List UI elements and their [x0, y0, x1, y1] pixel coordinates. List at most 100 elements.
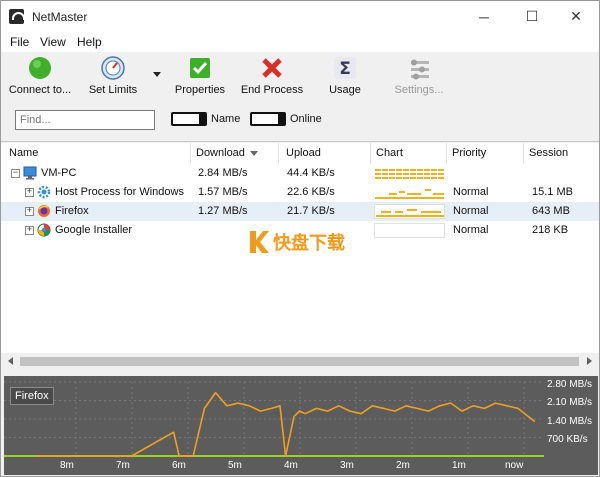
menu-file[interactable]: File — [10, 35, 29, 49]
collapse-icon[interactable]: − — [11, 169, 20, 178]
x-tick-label: 1m — [452, 460, 466, 471]
filter-bar: Name Online — [1, 100, 599, 142]
settings-sliders-icon — [407, 56, 431, 80]
name-toggle-label: Name — [211, 113, 241, 125]
expand-icon[interactable]: + — [25, 188, 34, 197]
scroll-right-icon[interactable] — [587, 357, 592, 365]
gauge-icon — [101, 56, 125, 80]
app-window: NetMaster ─ ☐ ✕ File View Help Connect t… — [0, 0, 600, 477]
watermark-logo: 快盘下载 — [247, 227, 345, 257]
connect-icon — [28, 56, 52, 80]
column-header-upload[interactable]: Upload — [281, 143, 371, 164]
gear-icon — [37, 185, 51, 199]
graph-selected-process: Firefox — [10, 387, 54, 405]
row-priority: Normal — [453, 186, 489, 198]
table-row-vm-pc[interactable]: − VM-PC 2.84 MB/s 44.4 KB/s — [1, 164, 599, 183]
row-upload: 22.6 KB/s — [287, 186, 335, 198]
row-name: VM-PC — [41, 167, 77, 179]
row-upload: 44.4 KB/s — [287, 167, 335, 179]
online-toggle[interactable] — [250, 112, 286, 126]
x-tick-label: 2m — [396, 460, 410, 471]
watermark-text: 快盘下载 — [273, 233, 345, 254]
title-bar: NetMaster ─ ☐ ✕ — [1, 1, 599, 32]
x-tick-label: 3m — [340, 460, 354, 471]
x-tick-label: 8m — [60, 460, 74, 471]
row-traffic-chart — [374, 204, 445, 219]
row-traffic-chart — [374, 185, 445, 200]
find-input[interactable] — [15, 110, 155, 130]
settings-label: Settings... — [394, 84, 444, 96]
close-button[interactable]: ✕ — [553, 1, 599, 32]
connect-button[interactable]: Connect to... — [7, 56, 73, 98]
expand-icon[interactable]: + — [25, 207, 34, 216]
y-tick-label: 2.10 MB/s — [547, 397, 593, 408]
properties-button[interactable]: Properties — [173, 56, 227, 98]
scroll-left-icon[interactable] — [8, 357, 13, 365]
row-session: 15.1 MB — [532, 186, 573, 198]
x-tick-label: 4m — [284, 460, 298, 471]
usage-button[interactable]: Σ Usage — [328, 56, 362, 98]
horizontal-scrollbar[interactable] — [4, 354, 597, 369]
process-list: Name Download Upload Chart Priority Sess… — [1, 143, 599, 353]
svg-text:Σ: Σ — [339, 59, 351, 79]
column-header-priority[interactable]: Priority — [447, 143, 524, 164]
y-tick-label: 2.80 MB/s — [547, 379, 593, 390]
maximize-button[interactable]: ☐ — [509, 1, 555, 32]
row-name: Host Process for Windows ... — [55, 186, 187, 198]
toolbar: Connect to... Set Limits Properties End … — [1, 52, 599, 100]
end-process-button[interactable]: End Process — [241, 56, 303, 98]
checkmark-icon — [188, 56, 212, 80]
menu-view[interactable]: View — [40, 35, 66, 49]
app-icon — [9, 9, 25, 24]
table-row-host-process[interactable]: + Host Process for Windows ... 1.57 MB/s… — [1, 183, 599, 202]
column-header-download-label: Download — [196, 147, 245, 159]
expand-icon[interactable]: + — [25, 226, 34, 235]
scrollbar-thumb[interactable] — [20, 357, 579, 366]
x-tick-label: 7m — [116, 460, 130, 471]
menu-help[interactable]: Help — [77, 35, 102, 49]
computer-icon — [23, 166, 37, 180]
y-tick-label: 700 KB/s — [547, 434, 588, 445]
column-header-session[interactable]: Session — [524, 143, 599, 164]
column-header-name[interactable]: Name — [4, 143, 191, 164]
series-line-firefox — [36, 391, 536, 457]
minimize-button[interactable]: ─ — [461, 1, 507, 32]
row-download: 1.27 MB/s — [198, 205, 248, 217]
traffic-graph-panel: Firefox 2.80 MB/s 2.10 MB/s 1.40 MB/s 70… — [4, 376, 598, 475]
online-toggle-label: Online — [290, 113, 322, 125]
row-name: Firefox — [55, 205, 89, 217]
row-name: Google Installer — [55, 224, 133, 236]
connect-label: Connect to... — [8, 84, 72, 96]
name-toggle[interactable] — [171, 112, 207, 126]
row-traffic-chart — [374, 223, 445, 238]
window-title: NetMaster — [32, 10, 88, 24]
watermark-k-icon — [250, 231, 269, 253]
sort-descending-icon — [249, 150, 258, 156]
red-x-icon — [260, 56, 284, 80]
y-tick-label: 1.40 MB/s — [547, 416, 593, 427]
row-download: 2.84 MB/s — [198, 167, 248, 179]
table-row-firefox[interactable]: + Firefox 1.27 MB/s 21.7 KB/s Normal 643… — [1, 202, 599, 221]
set-limits-button[interactable]: Set Limits — [87, 56, 139, 98]
column-header-download[interactable]: Download — [191, 143, 279, 164]
column-header-chart[interactable]: Chart — [371, 143, 447, 164]
x-tick-label: 6m — [172, 460, 186, 471]
settings-button[interactable]: Settings... — [391, 56, 447, 98]
properties-label: Properties — [174, 84, 226, 96]
x-tick-label: now — [505, 460, 524, 471]
set-limits-label: Set Limits — [88, 84, 138, 96]
row-upload: 21.7 KB/s — [287, 205, 335, 217]
firefox-icon — [37, 204, 51, 218]
row-traffic-chart — [374, 166, 445, 181]
sigma-icon: Σ — [333, 56, 357, 80]
x-tick-label: 5m — [228, 460, 242, 471]
row-session: 218 KB — [532, 224, 569, 236]
usage-label: Usage — [329, 84, 361, 96]
row-priority: Normal — [453, 205, 489, 217]
row-session: 643 MB — [532, 205, 570, 217]
row-download: 1.57 MB/s — [198, 186, 248, 198]
set-limits-dropdown-icon[interactable] — [153, 72, 161, 77]
menu-bar: File View Help — [1, 32, 599, 52]
row-priority: Normal — [453, 224, 489, 236]
installer-icon — [37, 223, 51, 237]
